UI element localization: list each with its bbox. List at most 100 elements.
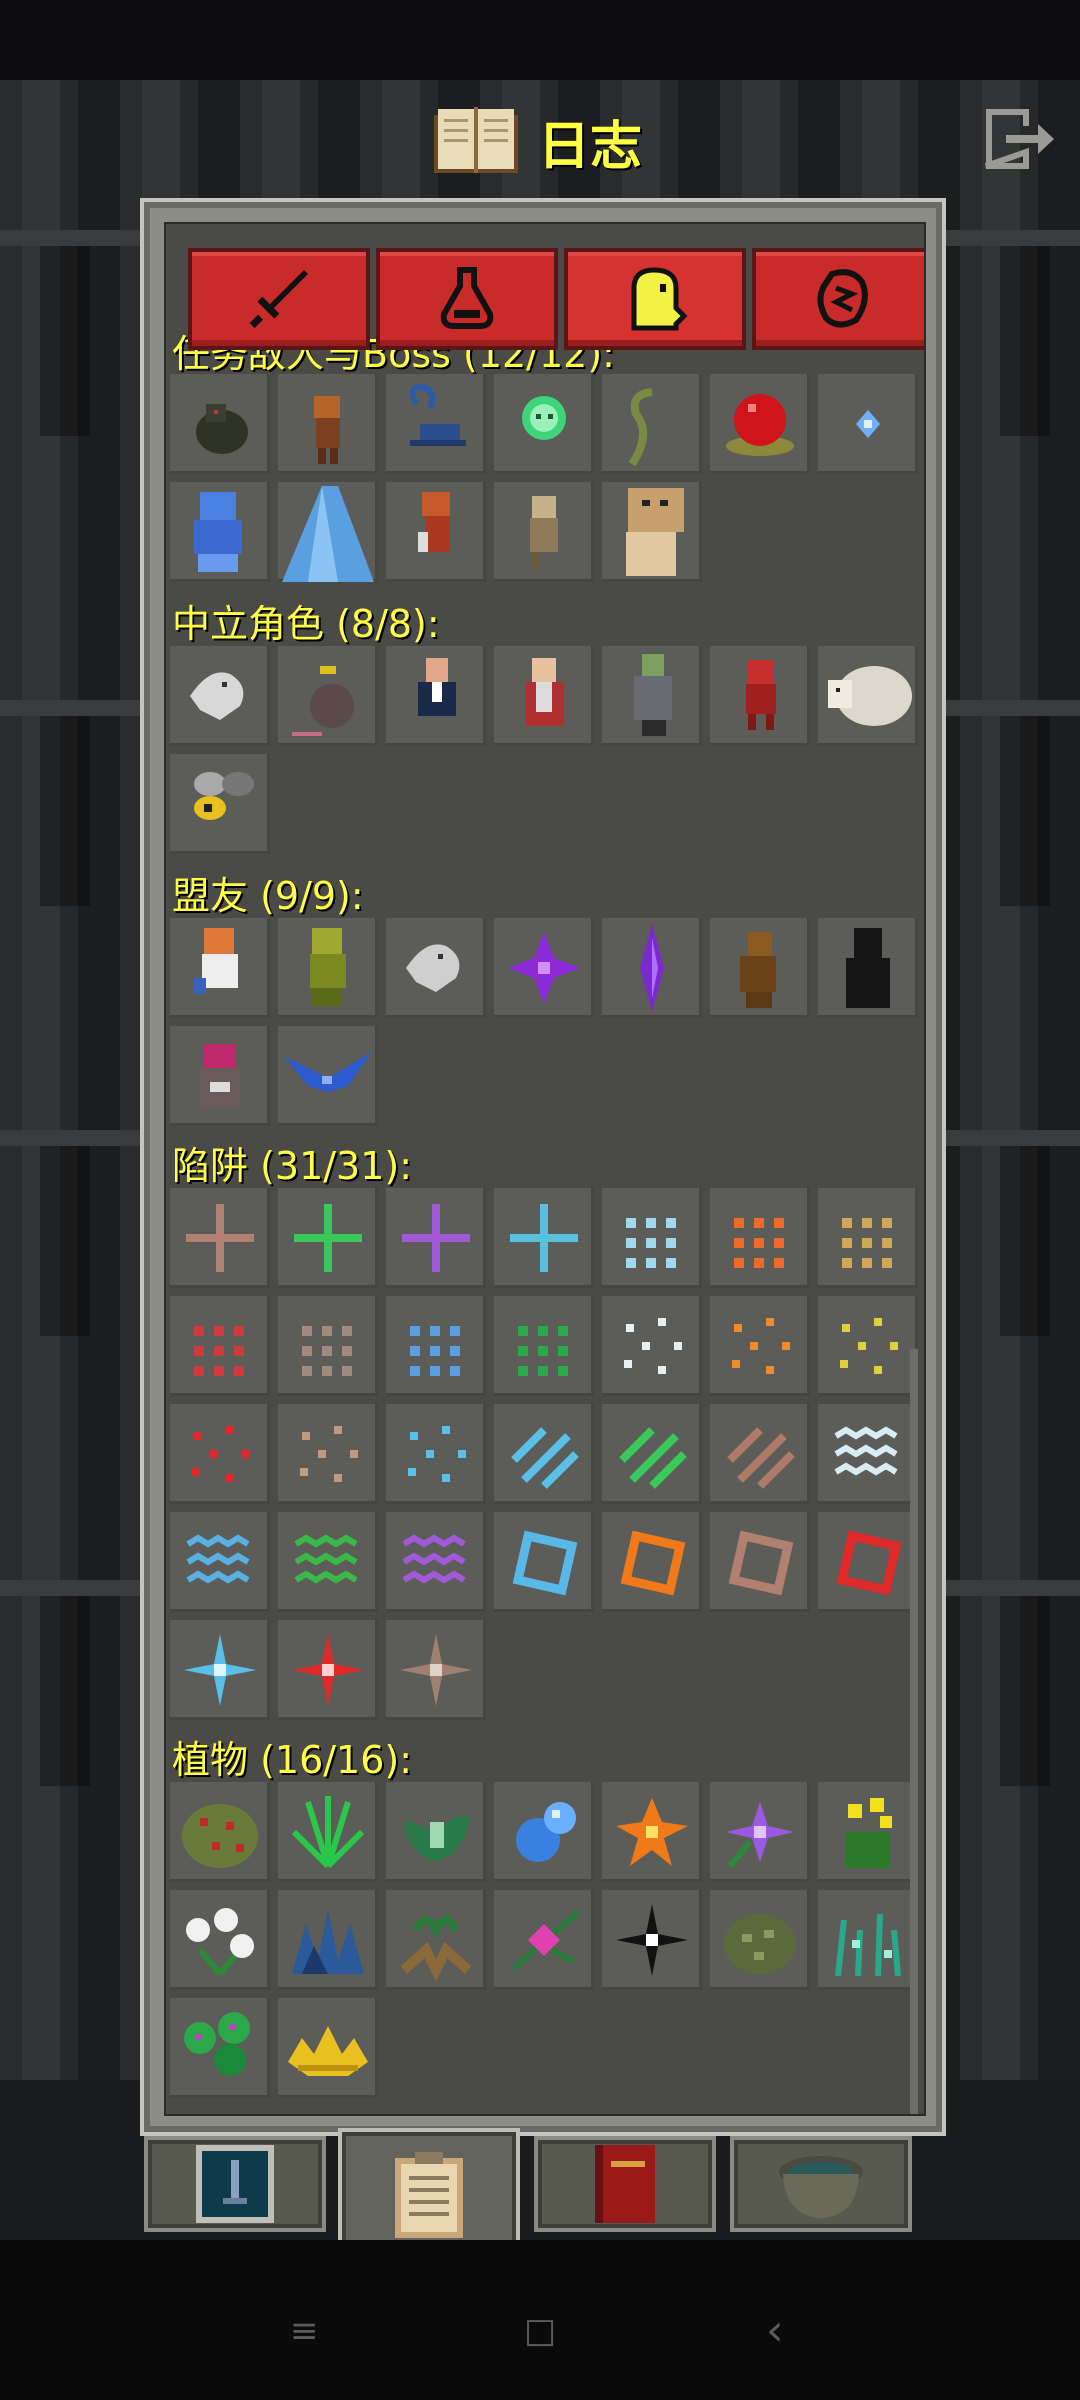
plant-entry[interactable] bbox=[386, 1890, 486, 1990]
home-icon[interactable]: □ bbox=[524, 2314, 556, 2348]
tentacle-entry[interactable] bbox=[602, 374, 702, 474]
potion-icon bbox=[440, 267, 494, 329]
wraith-entry[interactable] bbox=[494, 374, 594, 474]
scorpio-entry[interactable] bbox=[386, 374, 486, 474]
trap-entry[interactable] bbox=[818, 1404, 918, 1504]
shadow-ally-entry[interactable] bbox=[818, 918, 918, 1018]
menu-icon[interactable]: ≡ bbox=[290, 2314, 319, 2348]
rune-stone-icon bbox=[817, 269, 868, 328]
bestiary-list[interactable]: 任务敌人与Boss (12/12): 中立角色 (8/8): 盟友 (9/9):… bbox=[166, 332, 918, 2112]
plant-entry[interactable] bbox=[170, 1782, 270, 1882]
tab-bestiary[interactable] bbox=[564, 248, 746, 350]
statue-ally-entry[interactable] bbox=[710, 918, 810, 1018]
monk-entry[interactable] bbox=[494, 482, 594, 582]
plant-entry[interactable] bbox=[278, 1998, 378, 2098]
golem-stone-entry[interactable] bbox=[602, 482, 702, 582]
plant-entry[interactable] bbox=[170, 1998, 270, 2098]
traps-grid bbox=[170, 1188, 918, 1720]
alchemy-pot-icon bbox=[779, 2156, 863, 2218]
trap-entry[interactable] bbox=[278, 1620, 378, 1720]
plant-entry[interactable] bbox=[710, 1890, 810, 1990]
ghost-entry[interactable] bbox=[170, 646, 270, 746]
plant-entry[interactable] bbox=[278, 1782, 378, 1882]
sheep-entry[interactable] bbox=[818, 646, 918, 746]
blacksmith-entry[interactable] bbox=[602, 646, 702, 746]
ice-crystal-entry[interactable] bbox=[278, 482, 378, 582]
plant-entry[interactable] bbox=[818, 1890, 918, 1990]
spectral-star-entry[interactable] bbox=[494, 918, 594, 1018]
tab-alchemy-guide[interactable] bbox=[730, 2136, 912, 2232]
trap-entry[interactable] bbox=[710, 1188, 810, 1288]
trap-entry[interactable] bbox=[386, 1296, 486, 1396]
trap-entry[interactable] bbox=[278, 1296, 378, 1396]
tab-alchemy[interactable] bbox=[376, 248, 558, 350]
trap-entry[interactable] bbox=[602, 1188, 702, 1288]
trap-entry[interactable] bbox=[386, 1512, 486, 1612]
trap-entry[interactable] bbox=[494, 1512, 594, 1612]
trap-entry[interactable] bbox=[170, 1620, 270, 1720]
gnoll-entry[interactable] bbox=[278, 374, 378, 474]
plant-entry[interactable] bbox=[170, 1890, 270, 1990]
trap-entry[interactable] bbox=[278, 1188, 378, 1288]
trap-entry[interactable] bbox=[602, 1404, 702, 1504]
trap-entry[interactable] bbox=[278, 1404, 378, 1504]
sword-icon bbox=[249, 270, 308, 329]
crystal-spark-entry[interactable] bbox=[818, 374, 918, 474]
plant-entry[interactable] bbox=[602, 1782, 702, 1882]
tab-items[interactable] bbox=[188, 248, 370, 350]
section-heading-plants: 植物 (16/16): bbox=[172, 1738, 413, 1782]
trap-entry[interactable] bbox=[494, 1296, 594, 1396]
back-icon[interactable]: ‹ bbox=[766, 2309, 784, 2353]
category-tabs bbox=[188, 248, 924, 350]
trap-entry[interactable] bbox=[818, 1512, 918, 1612]
tab-guide[interactable] bbox=[144, 2136, 326, 2232]
rat-king-neutral-entry[interactable] bbox=[278, 646, 378, 746]
exit-icon[interactable] bbox=[980, 108, 1058, 170]
plant-entry[interactable] bbox=[494, 1890, 594, 1990]
plant-entry[interactable] bbox=[386, 1782, 486, 1882]
golem-blue-entry[interactable] bbox=[170, 482, 270, 582]
guide-card-icon bbox=[196, 2145, 274, 2223]
trap-entry[interactable] bbox=[818, 1296, 918, 1396]
mirror-image-entry[interactable] bbox=[278, 918, 378, 1018]
ghost-ally-entry[interactable] bbox=[386, 918, 486, 1018]
crystal-orb-entry[interactable] bbox=[710, 374, 810, 474]
journal-title: 日志 bbox=[430, 96, 642, 186]
violet-shard-entry[interactable] bbox=[602, 918, 702, 1018]
trap-entry[interactable] bbox=[602, 1512, 702, 1612]
trap-entry[interactable] bbox=[170, 1296, 270, 1396]
wandmaker-entry[interactable] bbox=[494, 646, 594, 746]
tab-lore[interactable] bbox=[752, 248, 924, 350]
plant-entry[interactable] bbox=[602, 1890, 702, 1990]
tab-notes[interactable] bbox=[534, 2136, 716, 2232]
quest-bosses-grid bbox=[170, 374, 918, 582]
trap-entry[interactable] bbox=[710, 1512, 810, 1612]
rat-king-entry[interactable] bbox=[170, 374, 270, 474]
trap-entry[interactable] bbox=[278, 1512, 378, 1612]
trap-entry[interactable] bbox=[494, 1404, 594, 1504]
sentry-ally-entry[interactable] bbox=[170, 1026, 270, 1126]
trap-entry[interactable] bbox=[170, 1404, 270, 1504]
plant-entry[interactable] bbox=[818, 1782, 918, 1882]
trap-entry[interactable] bbox=[386, 1404, 486, 1504]
shopkeeper-entry[interactable] bbox=[386, 646, 486, 746]
ghost-icon bbox=[631, 267, 688, 331]
trap-entry[interactable] bbox=[386, 1620, 486, 1720]
plant-entry[interactable] bbox=[278, 1890, 378, 1990]
plant-entry[interactable] bbox=[710, 1782, 810, 1882]
trap-entry[interactable] bbox=[170, 1188, 270, 1288]
trap-entry[interactable] bbox=[494, 1188, 594, 1288]
imp-entry[interactable] bbox=[710, 646, 810, 746]
hero-ally-entry[interactable] bbox=[170, 918, 270, 1018]
trap-entry[interactable] bbox=[170, 1512, 270, 1612]
blue-bird-entry[interactable] bbox=[278, 1026, 378, 1126]
trap-entry[interactable] bbox=[710, 1404, 810, 1504]
trap-entry[interactable] bbox=[386, 1188, 486, 1288]
scrollbar[interactable] bbox=[910, 1349, 918, 2114]
bee-entry[interactable] bbox=[170, 754, 270, 854]
dwarf-entry[interactable] bbox=[386, 482, 486, 582]
trap-entry[interactable] bbox=[818, 1188, 918, 1288]
trap-entry[interactable] bbox=[602, 1296, 702, 1396]
plant-entry[interactable] bbox=[494, 1782, 594, 1882]
trap-entry[interactable] bbox=[710, 1296, 810, 1396]
